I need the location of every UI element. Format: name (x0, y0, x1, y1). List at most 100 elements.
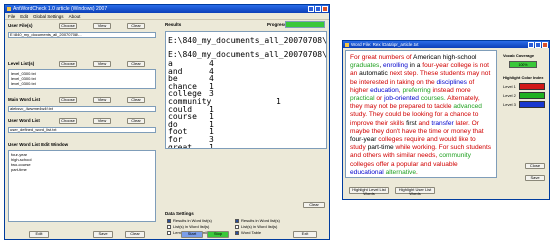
data-setting-option[interactable]: Results in Word list(s) (235, 218, 280, 223)
highlighted-text-box[interactable]: For great numbers of American high-schoo… (345, 50, 497, 178)
text-run: preferring (402, 86, 431, 94)
checkbox-icon[interactable] (167, 230, 171, 235)
user-files-view-button[interactable]: View (93, 23, 111, 29)
menu-edit[interactable]: Edit (20, 13, 28, 19)
text-run: courses. (418, 95, 448, 103)
user-word-list-view-button[interactable]: View (93, 118, 111, 124)
text-run: or (374, 95, 385, 103)
text-run: instead more (430, 86, 471, 94)
text-run: four-year (350, 136, 377, 144)
user-files-clear-button[interactable]: Clear (127, 23, 145, 29)
data-setting-option[interactable]: List(s) in Word list(s) (235, 224, 277, 229)
main-word-list-field[interactable]: aleksvc_4wwme4w4f.txt (8, 106, 156, 112)
text-run: in a (407, 62, 423, 70)
results-clear-button[interactable]: Clear (303, 202, 325, 208)
result-row: great 1 (166, 143, 326, 148)
checkbox-icon[interactable] (167, 224, 171, 229)
maximize-icon[interactable] (535, 42, 541, 48)
start-button[interactable]: Start (181, 231, 203, 238)
color-swatch[interactable] (518, 83, 545, 90)
text-run: next step. (387, 70, 420, 78)
main-word-list-choose-button[interactable]: Choose (59, 97, 77, 103)
stop-button[interactable]: Stop (207, 231, 229, 238)
progress-fill (286, 22, 324, 27)
data-setting-option[interactable]: Results in Word list(s) (167, 218, 212, 223)
level-lists-clear-button[interactable]: Clear (127, 61, 145, 67)
highlight-level-words-button[interactable]: Highlight Level List Words (349, 187, 389, 196)
results-path: E:\840_my_documents_all_20070708\pr (168, 36, 327, 45)
close-button[interactable]: Close (525, 163, 545, 169)
close-icon[interactable] (322, 6, 328, 12)
text-run: first (406, 119, 417, 127)
text-window-titlebar: Word File: Rex \Data\pr_article.txt (343, 41, 549, 48)
highlight-user-words-button[interactable]: Highlight User List Words (395, 187, 435, 196)
text-run: For great numbers of (350, 54, 414, 61)
checkbox-icon[interactable] (235, 230, 239, 235)
text-run: automatic (359, 70, 388, 78)
level-lists-choose-button[interactable]: Choose (59, 61, 77, 67)
user-files-field[interactable]: E:\840_my_documents_all_20070708\... (8, 32, 156, 38)
main-word-list-view-button[interactable]: View (93, 97, 111, 103)
main-word-list-clear-button[interactable]: Clear (127, 97, 145, 103)
color-swatch[interactable] (518, 101, 545, 108)
checkbox-icon[interactable] (235, 224, 239, 229)
menu-global-settings[interactable]: Global Settings (33, 13, 64, 19)
maximize-icon[interactable] (315, 6, 321, 12)
app-icon (7, 7, 11, 11)
result-row: foot 1 (166, 128, 326, 136)
level-label: Level 3 (503, 102, 516, 107)
result-row: and 4 (166, 67, 326, 76)
text-run: advanced (453, 103, 482, 111)
edit-button[interactable]: Edit (29, 231, 49, 238)
option-label: Word Table (241, 230, 262, 235)
user-word-list-clear-button[interactable]: Clear (127, 118, 145, 124)
data-setting-option[interactable]: Word Table (235, 230, 261, 235)
user-word-list-field[interactable]: user_defined_word_list.txt (8, 127, 156, 133)
user-word-list-choose-button[interactable]: Choose (59, 118, 77, 124)
main-window: AntWordCheck 1.0 article (Windows) 2007 … (4, 4, 330, 240)
window-controls (528, 42, 548, 48)
checkbox-icon[interactable] (167, 218, 171, 223)
checkbox-icon[interactable] (235, 218, 239, 223)
user-word-list-label: User Word List (8, 118, 40, 123)
close-icon[interactable] (542, 42, 548, 48)
text-run: disciplines (436, 78, 467, 86)
results-box[interactable]: E:\840_my_documents_all_20070708\pr E:\8… (165, 31, 327, 149)
save-button[interactable]: Save (525, 175, 545, 181)
exit-button[interactable]: Exit (293, 231, 317, 238)
results-label: Results (165, 22, 182, 27)
text-run: education (370, 86, 399, 94)
result-row: a4 (166, 60, 326, 68)
list-item: part-time (11, 167, 27, 172)
text-run: graduates (350, 62, 380, 70)
window-controls (308, 6, 328, 12)
result-row: do 1 (166, 120, 326, 129)
level-lists-box[interactable]: level_0300.txt level_0300.txt level_0300… (8, 69, 156, 89)
data-settings-label: Data Settings (165, 211, 194, 216)
option-label: List(s) in Word list(s) (241, 224, 278, 229)
text-run: job-oriented (384, 95, 419, 103)
data-setting-option[interactable]: List(s) in Word list(s) (167, 224, 209, 229)
color-swatch[interactable] (518, 92, 545, 99)
option-label: Results in Word list(s) (241, 218, 280, 223)
text-run: alternative (385, 168, 417, 176)
text-run: and (416, 119, 432, 127)
result-count: 1 (276, 96, 281, 106)
minimize-icon[interactable] (308, 6, 314, 12)
text-window: Word File: Rex \Data\pr_article.txt For … (342, 40, 550, 200)
text-run: . (416, 168, 418, 176)
user-word-edit-box[interactable]: four-year high-school two-course part-ti… (8, 150, 156, 222)
menu-about[interactable]: About (69, 13, 81, 19)
level-lists-view-button[interactable]: View (93, 61, 111, 67)
clear-button[interactable]: Clear (125, 231, 145, 238)
user-files-choose-button[interactable]: Choose (59, 23, 77, 29)
menu-file[interactable]: File (8, 13, 15, 19)
minimize-icon[interactable] (528, 42, 534, 48)
level-label: Level 1 (503, 84, 516, 89)
list-item[interactable]: level_0300.txt (11, 81, 153, 86)
level-lists-label: Level List(s) (8, 61, 35, 66)
text-run: community (439, 152, 471, 160)
highlight-color-label: Highlight Color Index (503, 75, 544, 80)
window-title: AntWordCheck 1.0 article (Windows) 2007 (13, 6, 108, 12)
save-button[interactable]: Save (93, 231, 113, 238)
